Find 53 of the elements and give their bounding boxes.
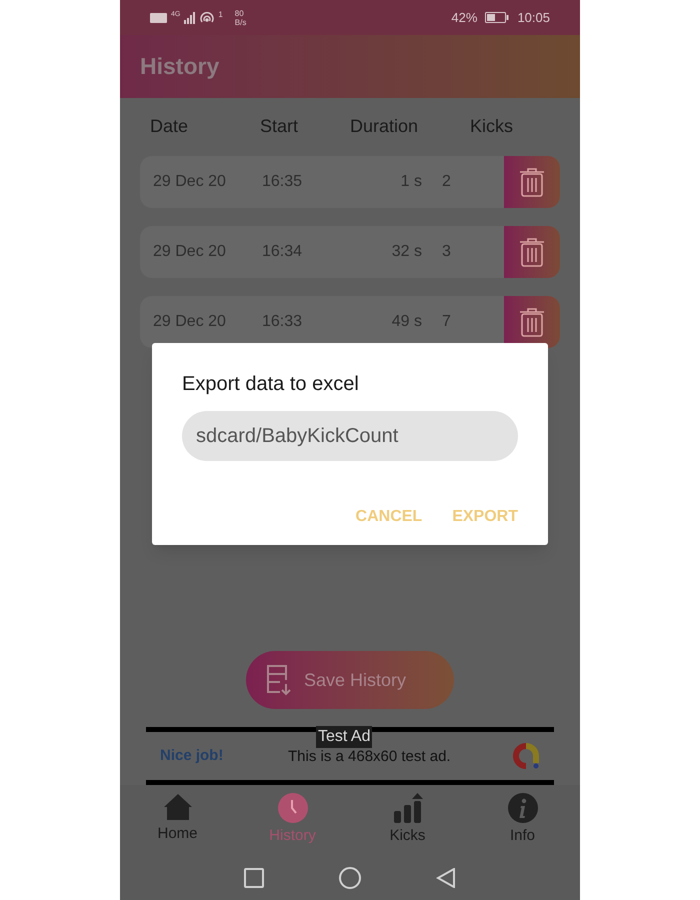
recent-apps-icon[interactable] (244, 868, 264, 888)
hotspot-count: 1 (218, 8, 223, 20)
back-icon[interactable] (436, 868, 456, 888)
duration-cell-text: 1 s (400, 172, 422, 192)
signal-icon (184, 12, 196, 24)
start-cell-text: 16:35 (262, 172, 304, 192)
kicks-cell-text: 7 (441, 312, 452, 332)
speed-value: 80 (234, 8, 245, 18)
save-history-button[interactable]: Save History (246, 651, 454, 709)
nav-tab[interactable]: History (235, 793, 350, 855)
dialog-action-button[interactable]: CANCEL (356, 505, 422, 529)
battery-percent: 42% (451, 8, 478, 27)
start-cell-text: 16:34 (262, 242, 304, 262)
header-title: History (140, 52, 220, 82)
dialog-action-button[interactable]: EXPORT (452, 505, 518, 529)
trash-icon (519, 307, 545, 337)
column-header: Start (260, 115, 300, 138)
clock-icon (278, 793, 308, 823)
start-cell-text: 16:33 (262, 312, 304, 332)
duration-cell-text: 32 s (390, 242, 422, 262)
nav-tab[interactable]: Kicks (350, 793, 465, 855)
ad-headline[interactable]: Nice job! (160, 744, 288, 768)
date-cell-text: 29 Dec 20 (152, 172, 227, 192)
nav-tab[interactable]: Info (465, 793, 580, 855)
table-download-icon (266, 664, 292, 696)
info-icon (508, 793, 538, 823)
date-cell-text: 29 Dec 20 (152, 242, 227, 262)
duration-cell-text: 49 s (390, 312, 422, 332)
trash-icon (519, 237, 545, 267)
column-header: Kicks (470, 115, 514, 138)
hotspot-icon (200, 12, 214, 24)
delete-button[interactable] (504, 156, 560, 208)
column-header: Duration (350, 115, 420, 138)
column-header: Date (150, 115, 190, 138)
path-input-field[interactable]: sdcard/BabyKickCount (182, 411, 518, 461)
delete-button[interactable] (504, 296, 560, 348)
kicks-cell-text: 2 (441, 172, 452, 192)
ad-text: This is a 468x60 test ad. (288, 746, 452, 767)
nav-tab[interactable]: Home (120, 793, 235, 855)
kicks-cell-text: 3 (441, 242, 452, 262)
home-circle-icon[interactable] (339, 866, 361, 888)
ad-badge: Test Ad (316, 726, 372, 748)
date-cell-text: 29 Dec 20 (152, 312, 227, 332)
ad-logo-icon (512, 743, 540, 769)
clock-time: 10:05 (517, 8, 550, 27)
dialog-title: Export data to excel (182, 372, 360, 397)
speed-unit: B/s (234, 18, 246, 26)
volte-icon (150, 12, 167, 22)
trash-icon (519, 167, 545, 197)
bar-chart-icon (392, 793, 422, 823)
home-icon (162, 793, 192, 821)
battery-icon (485, 12, 510, 23)
delete-button[interactable] (504, 226, 560, 278)
